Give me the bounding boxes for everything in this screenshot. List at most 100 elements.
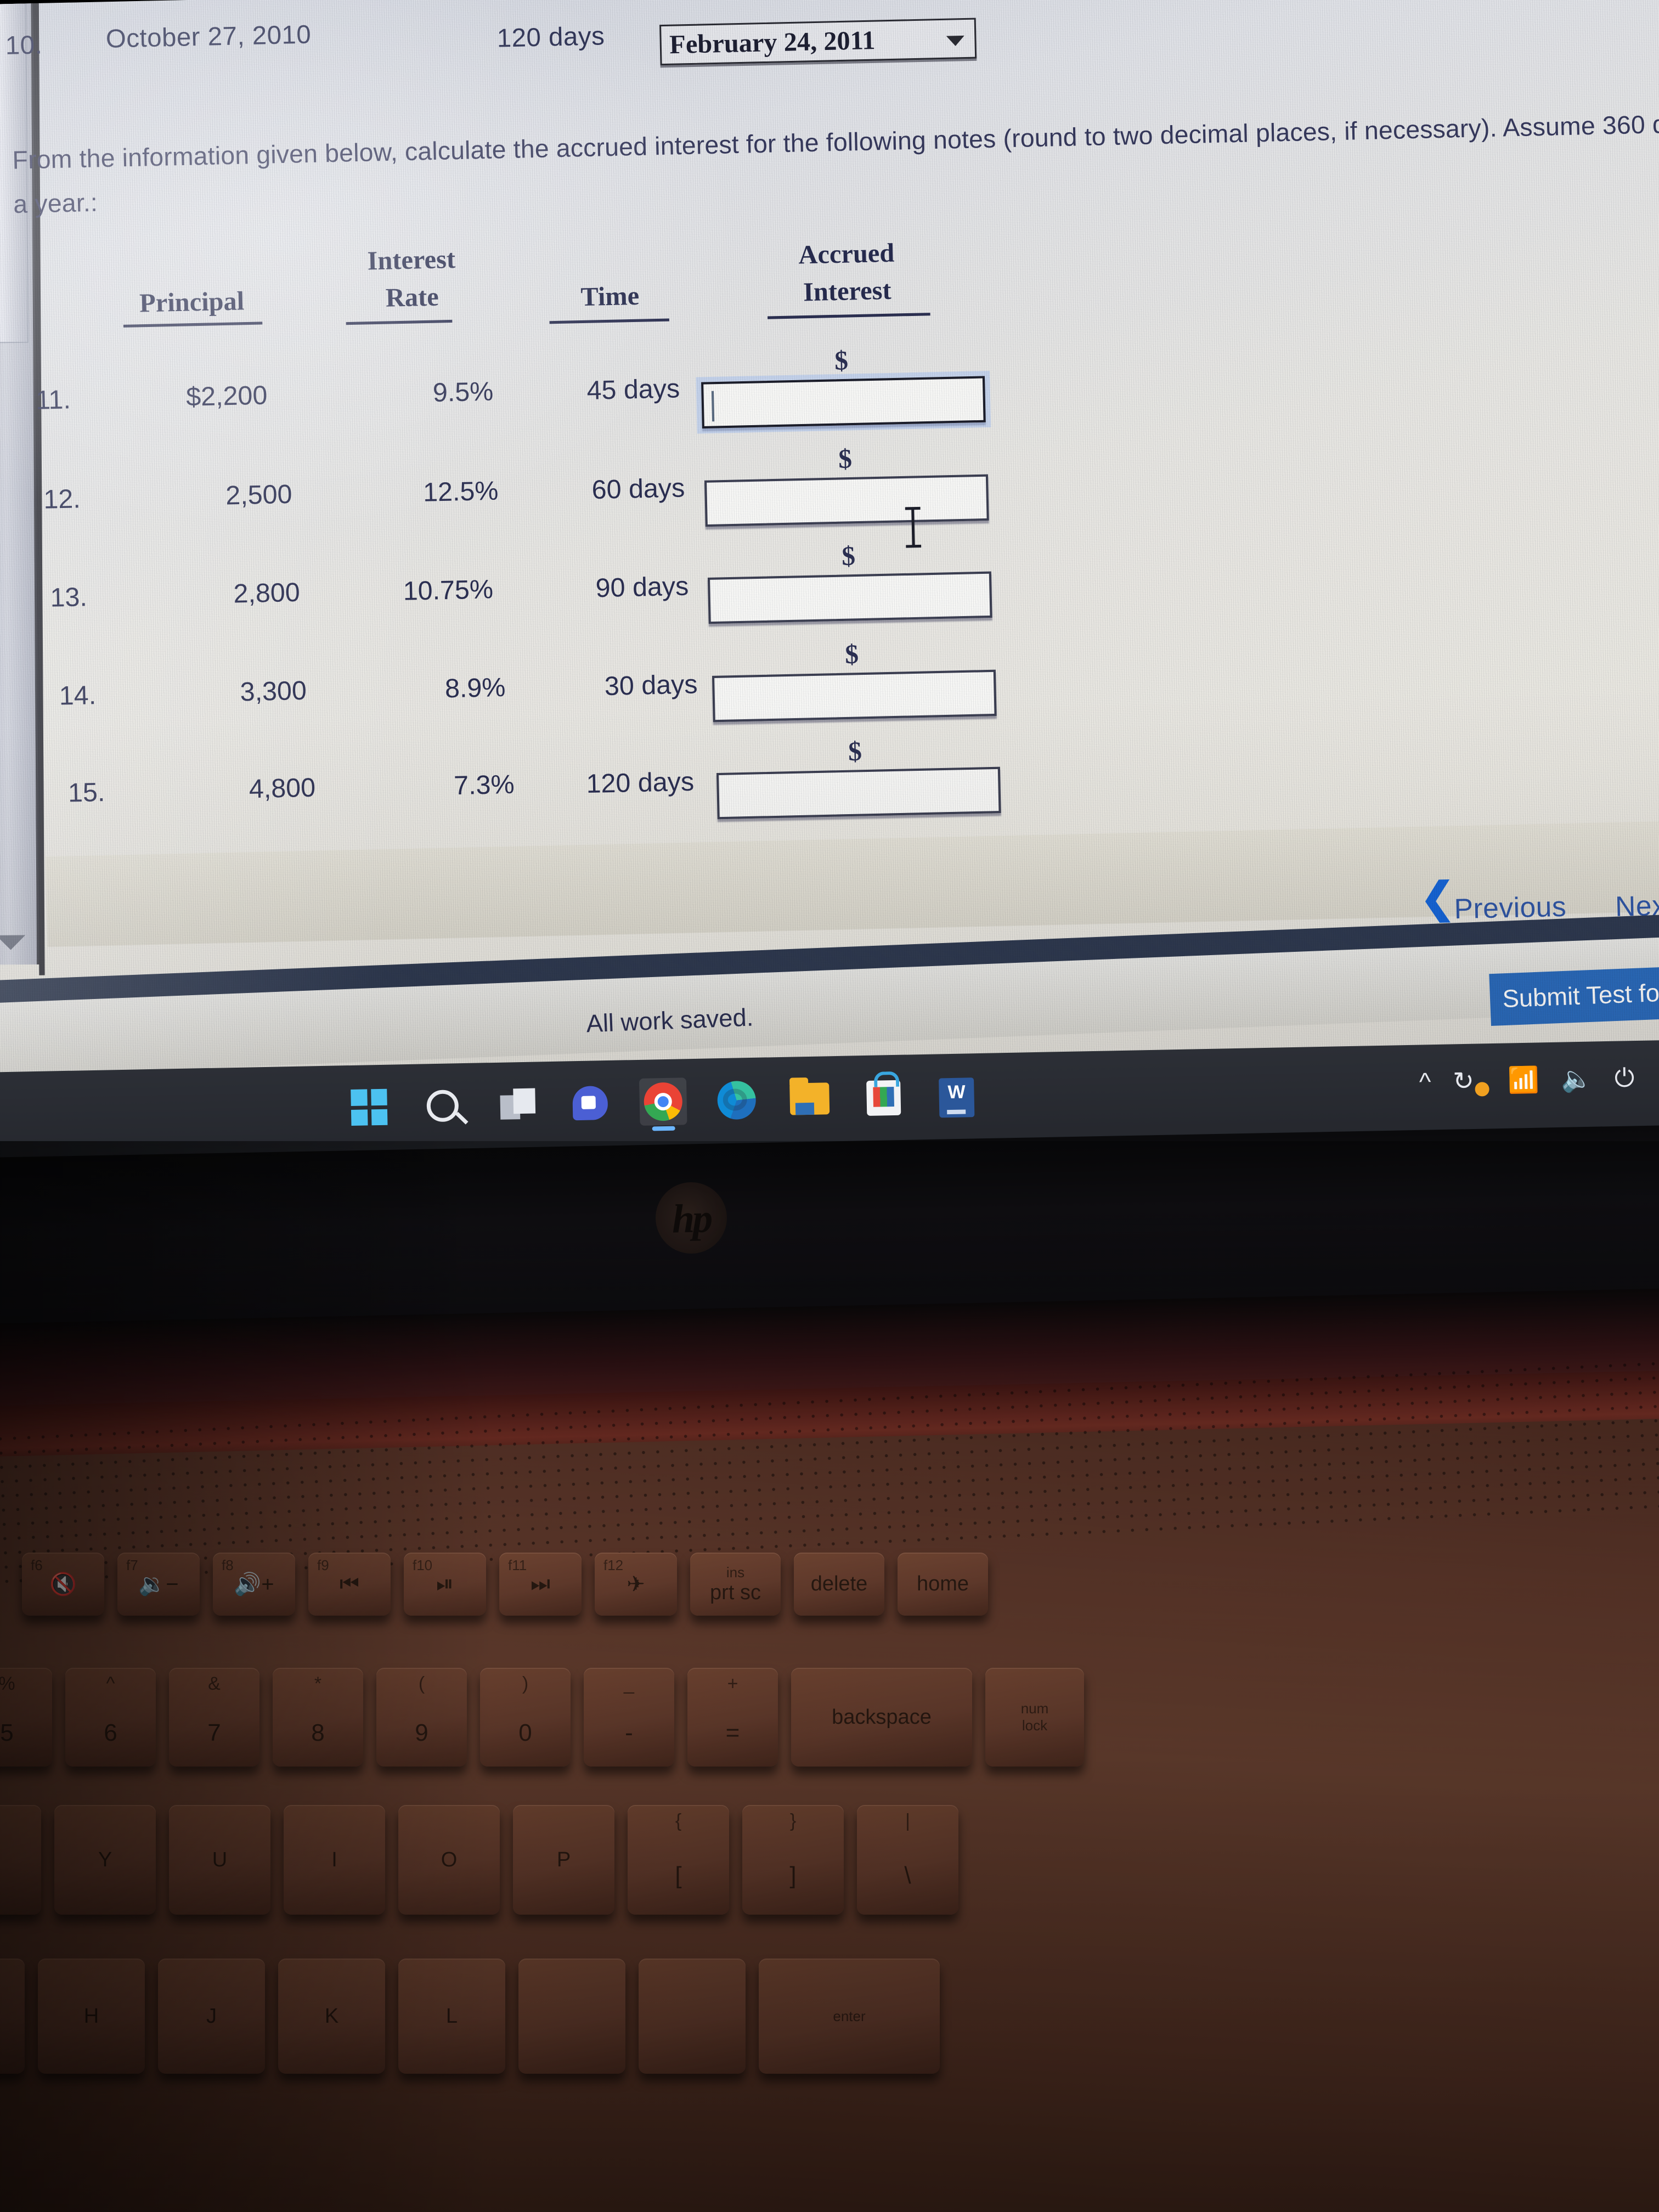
column-header-accrued-line1: Accrued <box>798 238 895 270</box>
system-tray: ^ ↻ 📶 🔈 ⏻ <box>1419 1063 1635 1097</box>
key-left-bracket-shift: { <box>675 1810 682 1831</box>
row-number: 12. <box>43 483 81 515</box>
key-equals-base: = <box>725 1719 740 1746</box>
header-rule-rate <box>346 319 453 325</box>
cell-principal: $2,200 <box>185 380 268 412</box>
onedrive-sync-icon[interactable]: ↻ <box>1453 1066 1489 1097</box>
cell-rate: 10.75% <box>403 573 494 606</box>
key-l[interactable]: L <box>398 1959 505 2074</box>
function-key-row: f6 🔇 f7 🔉− f8 🔊+ f9 ⏮ f10 ⏯ f11 ⏭ f12 ✈ … <box>22 1553 988 1616</box>
wifi-icon[interactable]: 📶 <box>1508 1065 1539 1094</box>
key-y[interactable]: Y <box>54 1805 156 1915</box>
key-p[interactable]: P <box>513 1805 614 1915</box>
key-minus[interactable]: _ - <box>584 1668 674 1767</box>
column-header-interest-line1: Interest <box>367 244 456 276</box>
dollar-sign: $ <box>834 346 849 376</box>
key-9[interactable]: ( 9 <box>376 1668 467 1767</box>
key-u[interactable]: U <box>169 1805 270 1915</box>
column-header-time: Time <box>580 281 640 312</box>
key-f6-mute[interactable]: f6 🔇 <box>22 1553 104 1616</box>
key-right-bracket[interactable]: } ] <box>742 1805 844 1915</box>
key-o[interactable]: O <box>398 1805 500 1915</box>
key-numlock-line2: lock <box>1022 1717 1048 1734</box>
number-key-row: % 5 ^ 6 & 7 * 8 ( 9 ) 0 _ - + = backspac… <box>0 1668 1084 1767</box>
battery-icon[interactable]: ⏻ <box>1614 1063 1634 1092</box>
cell-rate: 8.9% <box>444 672 506 703</box>
key-j[interactable]: J <box>158 1959 265 2074</box>
question-10-days: 120 days <box>496 21 605 53</box>
chevron-left-icon[interactable]: ❮ <box>1419 874 1455 922</box>
key-0-shift: ) <box>522 1673 529 1694</box>
accrued-interest-input[interactable] <box>712 669 997 723</box>
key-i[interactable]: I <box>284 1805 385 1915</box>
fn-label-f11: f11 <box>508 1557 527 1573</box>
key-f12-airplane-mode[interactable]: f12 ✈ <box>595 1553 677 1616</box>
accrued-interest-input[interactable] <box>704 474 989 527</box>
key-equals[interactable]: + = <box>687 1668 778 1767</box>
dollar-sign: $ <box>844 639 859 670</box>
laptop-photo: 10. October 27, 2010 120 days November 1… <box>0 0 1659 2212</box>
question-10-number: 10. <box>5 30 43 60</box>
key-8[interactable]: * 8 <box>273 1668 363 1767</box>
test-page: 10. October 27, 2010 120 days November 1… <box>0 0 1659 1078</box>
key-g[interactable]: G <box>0 1959 25 2074</box>
windows-start-icon[interactable] <box>345 1084 393 1132</box>
accrued-interest-input[interactable] <box>701 376 986 429</box>
key-7-shift: & <box>208 1673 221 1694</box>
key-backslash[interactable]: | \ <box>857 1805 958 1915</box>
key-t[interactable]: T <box>0 1805 41 1915</box>
file-explorer-icon[interactable] <box>786 1075 834 1123</box>
key-5[interactable]: % 5 <box>0 1668 52 1767</box>
date-dropdown-value: February 24, 2011 <box>669 25 876 60</box>
key-enter[interactable]: enter <box>759 1959 940 2074</box>
key-minus-base: - <box>625 1719 633 1746</box>
cell-time: 30 days <box>604 669 698 701</box>
key-k-label: K <box>324 2004 339 2028</box>
key-semicolon[interactable] <box>518 1959 625 2074</box>
key-apostrophe[interactable] <box>639 1959 746 2074</box>
row-number: 14. <box>59 679 97 710</box>
key-7[interactable]: & 7 <box>169 1668 259 1767</box>
key-p-label: P <box>556 1848 571 1871</box>
key-f8-volume-up[interactable]: f8 🔊+ <box>213 1553 295 1616</box>
key-h[interactable]: H <box>38 1959 145 2074</box>
key-f9-previous-track[interactable]: f9 ⏮ <box>308 1553 391 1616</box>
key-5-shift: % <box>0 1673 15 1694</box>
key-i-label: I <box>331 1848 337 1871</box>
key-prtsc-label: prt sc <box>710 1581 761 1604</box>
key-0[interactable]: ) 0 <box>480 1668 571 1767</box>
key-home-label: home <box>916 1572 969 1595</box>
column-header-rate-line2: Rate <box>385 282 439 313</box>
key-num-lock[interactable]: num lock <box>985 1668 1084 1767</box>
search-icon[interactable] <box>419 1082 467 1130</box>
key-f11-next-track[interactable]: f11 ⏭ <box>499 1553 582 1616</box>
key-home[interactable]: home <box>898 1553 988 1616</box>
key-f10-play-pause[interactable]: f10 ⏯ <box>404 1553 486 1616</box>
chevron-up-icon[interactable]: ^ <box>1419 1067 1431 1096</box>
volume-icon[interactable]: 🔈 <box>1561 1064 1593 1093</box>
cell-rate: 12.5% <box>422 475 499 507</box>
key-f7-volume-down[interactable]: f7 🔉− <box>117 1553 200 1616</box>
key-6[interactable]: ^ 6 <box>65 1668 156 1767</box>
key-left-bracket[interactable]: { [ <box>628 1805 729 1915</box>
task-view-icon[interactable] <box>492 1080 540 1128</box>
microsoft-store-icon[interactable] <box>860 1074 908 1122</box>
accrued-interest-input[interactable] <box>707 571 992 624</box>
chrome-icon[interactable] <box>639 1077 687 1126</box>
chat-icon[interactable] <box>566 1079 614 1127</box>
key-l-label: L <box>445 2004 458 2028</box>
edge-icon[interactable] <box>713 1076 761 1125</box>
header-rule-principal <box>123 321 263 328</box>
key-delete[interactable]: delete <box>794 1553 884 1616</box>
fn-label-f7: f7 <box>126 1557 138 1573</box>
key-8-base: 8 <box>311 1719 325 1746</box>
key-k[interactable]: K <box>278 1959 385 2074</box>
chevron-down-icon[interactable] <box>946 35 965 47</box>
row-number: 11. <box>35 384 71 415</box>
word-icon[interactable]: W <box>933 1072 981 1120</box>
key-print-screen[interactable]: ins prt sc <box>690 1553 781 1616</box>
date-dropdown[interactable]: February 24, 2011 <box>659 18 977 66</box>
accrued-interest-input[interactable] <box>716 766 1001 820</box>
key-backspace[interactable]: backspace <box>791 1668 972 1767</box>
play-pause-icon: ⏯ <box>436 1572 454 1596</box>
